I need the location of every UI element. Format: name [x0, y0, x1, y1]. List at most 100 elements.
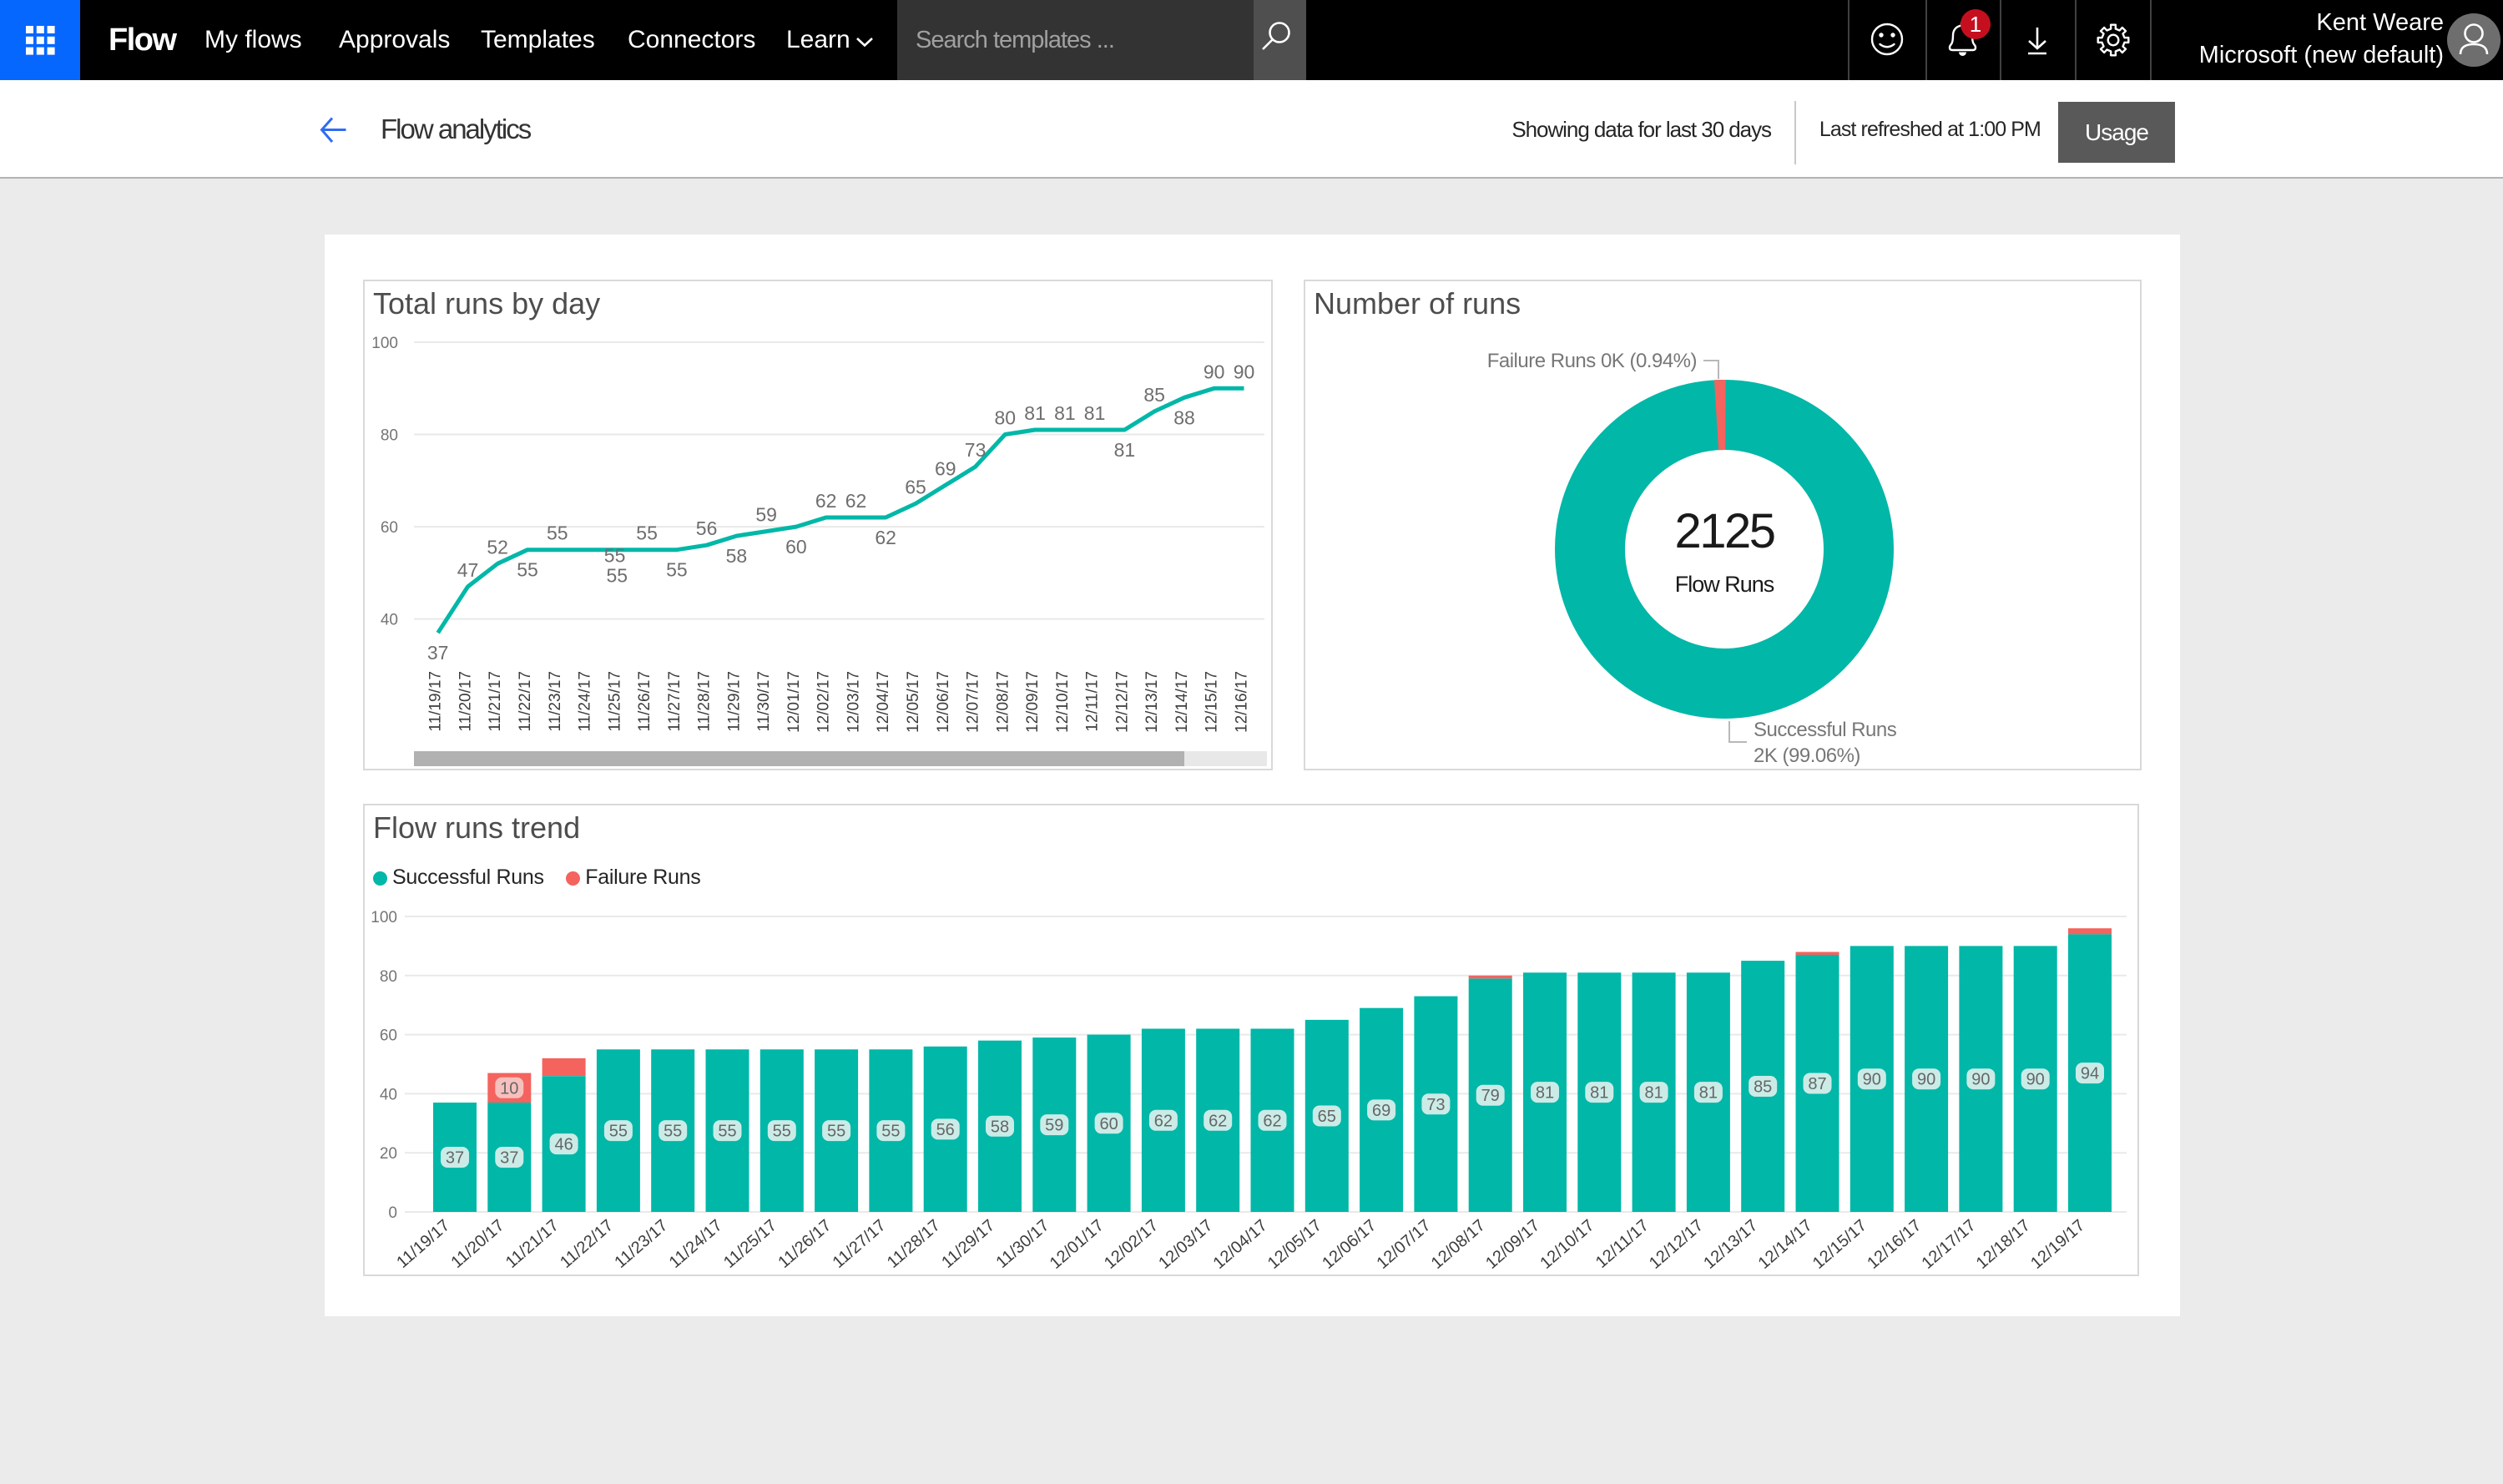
svg-text:90: 90: [1234, 361, 1255, 382]
svg-text:12/17/17: 12/17/17: [1918, 1216, 1979, 1273]
svg-text:90: 90: [1863, 1071, 1881, 1089]
svg-text:12/14/17: 12/14/17: [1173, 671, 1191, 733]
svg-text:12/07/17: 12/07/17: [965, 671, 982, 733]
svg-text:11/30/17: 11/30/17: [993, 1216, 1053, 1272]
svg-text:55: 55: [517, 559, 538, 581]
svg-text:58: 58: [726, 545, 748, 567]
svg-text:81: 81: [1536, 1084, 1554, 1103]
svg-text:81: 81: [1084, 402, 1106, 424]
svg-text:47: 47: [457, 559, 479, 581]
svg-text:11/30/17: 11/30/17: [755, 671, 773, 732]
svg-text:55: 55: [664, 1123, 682, 1141]
svg-text:11/22/17: 11/22/17: [517, 671, 534, 732]
svg-text:62: 62: [875, 527, 896, 548]
svg-text:2K (99.06%): 2K (99.06%): [1754, 745, 1860, 767]
svg-text:100: 100: [371, 909, 397, 926]
svg-text:2125: 2125: [1674, 504, 1774, 558]
svg-text:65: 65: [905, 476, 926, 497]
svg-text:65: 65: [1318, 1108, 1336, 1126]
svg-text:12/08/17: 12/08/17: [1428, 1216, 1489, 1273]
svg-text:56: 56: [696, 517, 718, 539]
svg-text:12/09/17: 12/09/17: [1024, 671, 1042, 733]
svg-text:12/15/17: 12/15/17: [1204, 671, 1221, 733]
svg-text:11/20/17: 11/20/17: [448, 1216, 508, 1272]
svg-text:90: 90: [2026, 1071, 2045, 1089]
svg-text:12/12/17: 12/12/17: [1113, 671, 1131, 733]
svg-text:55: 55: [609, 1123, 628, 1141]
svg-text:11/19/17: 11/19/17: [393, 1216, 453, 1272]
svg-text:81: 81: [1699, 1084, 1718, 1103]
svg-text:11/24/17: 11/24/17: [577, 671, 594, 732]
svg-text:12/06/17: 12/06/17: [935, 671, 952, 733]
svg-text:12/03/17: 12/03/17: [845, 671, 863, 733]
svg-text:20: 20: [380, 1145, 397, 1163]
svg-text:81: 81: [1024, 402, 1046, 424]
svg-text:11/26/17: 11/26/17: [775, 1216, 835, 1272]
svg-text:90: 90: [1917, 1071, 1935, 1089]
svg-text:12/08/17: 12/08/17: [994, 671, 1012, 733]
svg-text:59: 59: [1045, 1117, 1063, 1135]
svg-text:55: 55: [773, 1123, 791, 1141]
svg-text:12/13/17: 12/13/17: [1143, 671, 1161, 733]
svg-text:40: 40: [381, 612, 398, 629]
svg-text:87: 87: [1808, 1075, 1826, 1093]
svg-text:62: 62: [1263, 1112, 1281, 1130]
svg-text:88: 88: [1173, 406, 1195, 428]
svg-text:60: 60: [785, 536, 807, 558]
svg-text:11/27/17: 11/27/17: [830, 1216, 890, 1272]
svg-text:81: 81: [1114, 439, 1136, 461]
svg-text:11/26/17: 11/26/17: [636, 671, 654, 732]
svg-text:85: 85: [1143, 384, 1165, 406]
svg-text:12/05/17: 12/05/17: [905, 671, 922, 733]
svg-text:0: 0: [388, 1204, 397, 1222]
svg-text:1: 1: [1970, 12, 1981, 37]
svg-text:80: 80: [381, 427, 398, 445]
svg-text:12/16/17: 12/16/17: [1864, 1216, 1925, 1273]
svg-text:12/02/17: 12/02/17: [815, 671, 833, 733]
svg-text:46: 46: [554, 1136, 573, 1154]
svg-text:12/12/17: 12/12/17: [1646, 1216, 1707, 1273]
svg-text:60: 60: [380, 1027, 397, 1045]
svg-text:60: 60: [1099, 1115, 1118, 1133]
svg-text:90: 90: [1971, 1071, 1990, 1089]
svg-text:40: 40: [380, 1086, 397, 1103]
svg-text:56: 56: [936, 1121, 955, 1139]
svg-text:12/06/17: 12/06/17: [1319, 1216, 1380, 1273]
svg-text:11/23/17: 11/23/17: [547, 671, 564, 732]
svg-text:81: 81: [1054, 402, 1076, 424]
svg-text:12/11/17: 12/11/17: [1084, 671, 1102, 732]
svg-text:59: 59: [755, 504, 777, 526]
svg-text:62: 62: [815, 490, 837, 512]
svg-text:10: 10: [500, 1079, 518, 1098]
svg-text:62: 62: [1209, 1112, 1227, 1130]
svg-text:11/20/17: 11/20/17: [457, 671, 475, 732]
svg-text:11/25/17: 11/25/17: [606, 671, 623, 732]
svg-text:52: 52: [487, 536, 508, 558]
svg-text:12/05/17: 12/05/17: [1264, 1216, 1325, 1273]
svg-text:55: 55: [604, 545, 626, 567]
svg-text:12/16/17: 12/16/17: [1234, 671, 1251, 733]
svg-text:11/23/17: 11/23/17: [611, 1216, 671, 1272]
svg-text:12/10/17: 12/10/17: [1054, 671, 1072, 733]
svg-text:12/14/17: 12/14/17: [1755, 1216, 1816, 1273]
svg-text:55: 55: [607, 565, 628, 587]
svg-text:11/21/17: 11/21/17: [502, 1216, 563, 1272]
svg-text:100: 100: [371, 335, 398, 352]
svg-text:62: 62: [1154, 1112, 1173, 1130]
svg-text:12/15/17: 12/15/17: [1809, 1216, 1870, 1273]
svg-text:12/01/17: 12/01/17: [785, 671, 803, 733]
svg-text:Successful Runs: Successful Runs: [1754, 719, 1897, 741]
svg-text:11/28/17: 11/28/17: [696, 671, 714, 732]
svg-text:12/09/17: 12/09/17: [1482, 1216, 1543, 1273]
svg-text:37: 37: [446, 1149, 464, 1168]
svg-text:Flow Runs: Flow Runs: [1675, 572, 1774, 597]
svg-text:81: 81: [1644, 1084, 1663, 1103]
svg-text:Failure Runs 0K (0.94%): Failure Runs 0K (0.94%): [1487, 350, 1697, 372]
svg-text:37: 37: [427, 642, 449, 664]
svg-text:11/28/17: 11/28/17: [884, 1216, 944, 1272]
svg-text:11/29/17: 11/29/17: [725, 671, 743, 732]
svg-text:79: 79: [1481, 1087, 1500, 1105]
svg-text:12/03/17: 12/03/17: [1155, 1216, 1216, 1273]
svg-text:94: 94: [2081, 1065, 2099, 1083]
svg-text:69: 69: [1372, 1102, 1390, 1120]
